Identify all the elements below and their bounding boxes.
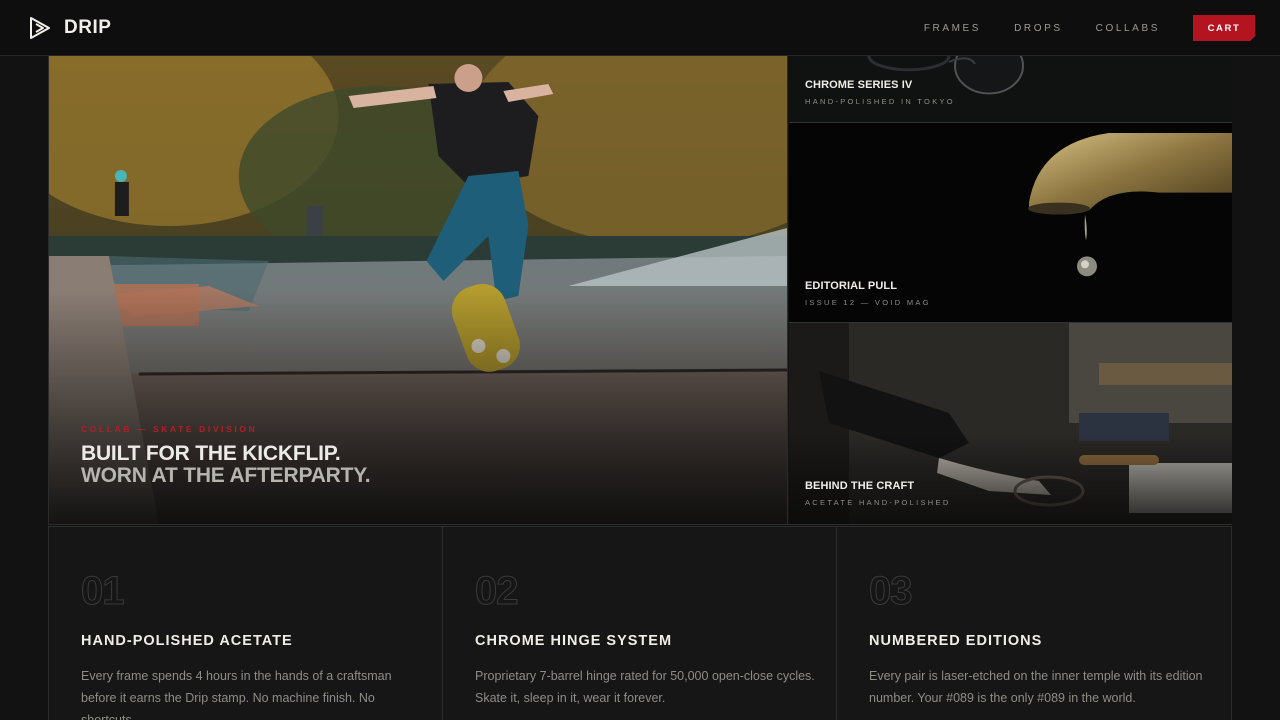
brand-logo[interactable]: DRIP xyxy=(28,16,111,40)
cart-button[interactable]: CART xyxy=(1193,15,1255,41)
feature-card: 03 NUMBERED EDITIONS Every pair is laser… xyxy=(837,527,1231,720)
hero-caption: COLLAB — SKATE DIVISION BUILT FOR THE KI… xyxy=(81,424,371,487)
nav-frames[interactable]: FRAMES xyxy=(924,23,981,34)
tile-title: CHROME SERIES IV xyxy=(805,79,913,91)
tile-caption: BEHIND THE CRAFT ACETATE HAND-POLISHED xyxy=(805,480,951,507)
feature-title: HAND-POLISHED ACETATE xyxy=(81,633,293,649)
feature-number: 01 xyxy=(81,569,125,614)
hero-title: BUILT FOR THE KICKFLIP. WORN AT THE AFTE… xyxy=(81,442,371,487)
feature-number: 02 xyxy=(475,569,519,614)
tile-subtitle: ISSUE 12 — VOID MAG xyxy=(805,298,931,307)
feature-card: 01 HAND-POLISHED ACETATE Every frame spe… xyxy=(49,527,443,720)
tile-caption: CHROME SERIES IV HAND-POLISHED IN TOKYO xyxy=(805,79,955,106)
tile-editorial-pull[interactable]: EDITORIAL PULL ISSUE 12 — VOID MAG xyxy=(789,123,1232,323)
feature-number: 03 xyxy=(869,569,913,614)
tile-subtitle: HAND-POLISHED IN TOKYO xyxy=(805,97,955,106)
tile-caption: EDITORIAL PULL ISSUE 12 — VOID MAG xyxy=(805,280,931,307)
nav-collabs[interactable]: COLLABS xyxy=(1096,23,1160,34)
tile-title: EDITORIAL PULL xyxy=(805,280,898,292)
feature-card: 02 CHROME HINGE SYSTEM Proprietary 7-bar… xyxy=(443,527,837,720)
gallery-grid: COLLAB — SKATE DIVISION BUILT FOR THE KI… xyxy=(48,56,1232,525)
tile-subtitle: ACETATE HAND-POLISHED xyxy=(805,498,951,507)
tile-title: BEHIND THE CRAFT xyxy=(805,480,915,492)
features-row: 01 HAND-POLISHED ACETATE Every frame spe… xyxy=(48,526,1232,720)
feature-title: NUMBERED EDITIONS xyxy=(869,633,1043,649)
play-triangle-icon xyxy=(30,17,50,39)
tile-chrome-series[interactable]: CHROME SERIES IV HAND-POLISHED IN TOKYO xyxy=(789,56,1232,123)
hero-skate-card[interactable]: COLLAB — SKATE DIVISION BUILT FOR THE KI… xyxy=(49,56,788,524)
main-nav: FRAMES DROPS COLLABS xyxy=(891,0,1160,56)
brand-name: DRIP xyxy=(64,17,112,38)
tile-behind-the-craft[interactable]: BEHIND THE CRAFT ACETATE HAND-POLISHED xyxy=(789,323,1232,524)
hero-title-line2: WORN AT THE AFTERPARTY. xyxy=(81,464,371,487)
site-header: DRIP FRAMES DROPS COLLABS CART xyxy=(0,0,1280,56)
feature-body: Every frame spends 4 hours in the hands … xyxy=(81,669,392,720)
nav-drops[interactable]: DROPS xyxy=(1014,23,1063,34)
hero-title-line1: BUILT FOR THE KICKFLIP. xyxy=(81,442,341,465)
hero-kicker: COLLAB — SKATE DIVISION xyxy=(81,424,258,434)
feature-body: Every pair is laser-etched on the inner … xyxy=(869,669,1203,705)
feature-title: CHROME HINGE SYSTEM xyxy=(475,633,673,649)
feature-body: Proprietary 7-barrel hinge rated for 50,… xyxy=(475,669,815,705)
